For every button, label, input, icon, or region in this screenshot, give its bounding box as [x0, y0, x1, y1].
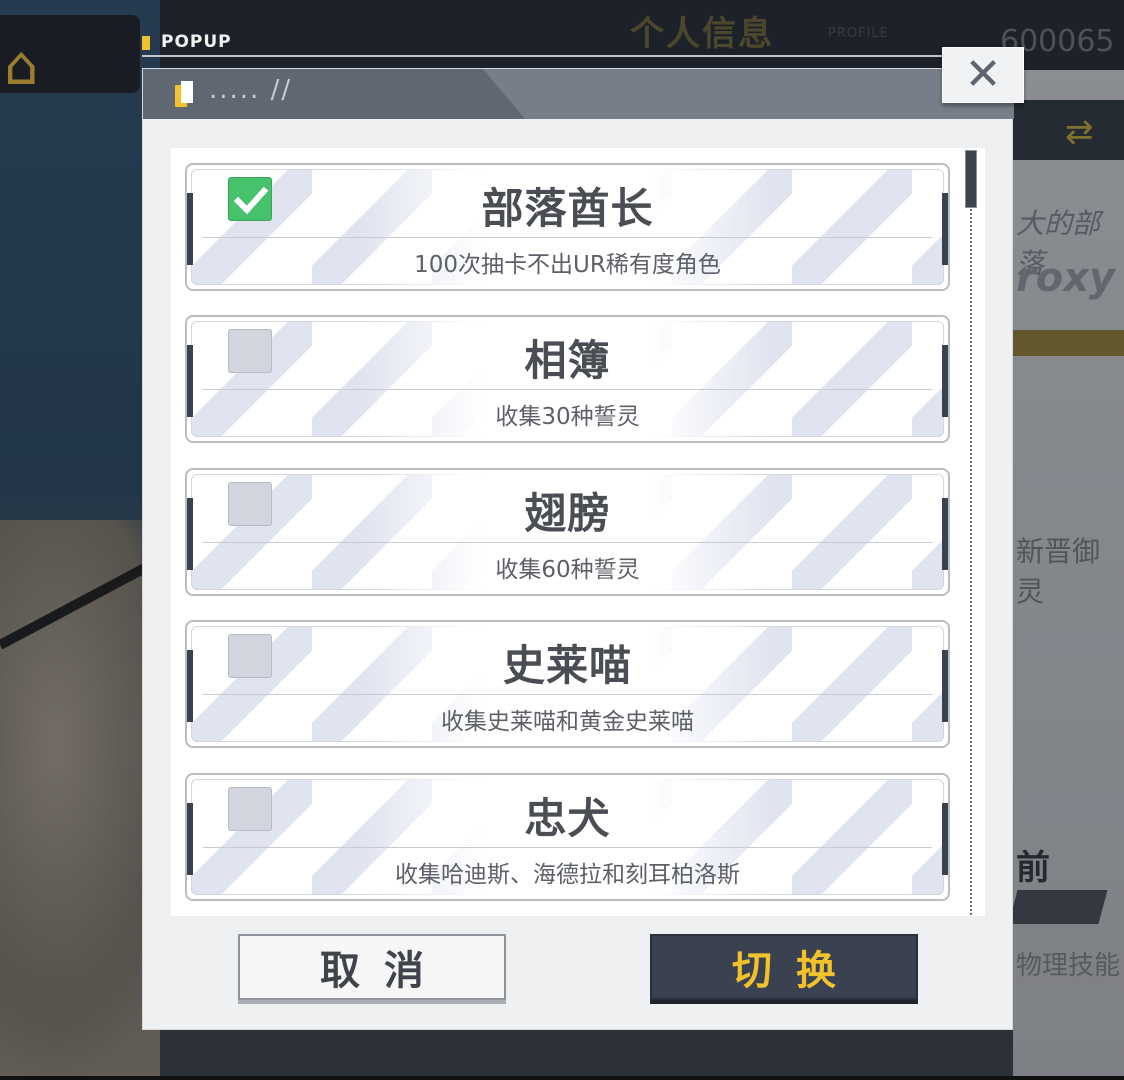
close-button[interactable]: ✕: [942, 47, 1024, 103]
title-card-4[interactable]: 忠犬 收集哈迪斯、海德拉和刻耳柏洛斯: [185, 773, 950, 901]
title-card-1[interactable]: 相簿 收集30种誓灵: [185, 315, 950, 443]
tag-underline: [142, 55, 942, 57]
title-name: 部落酋长: [481, 184, 654, 233]
title-condition: 100次抽卡不出UR稀有度角色: [414, 252, 721, 278]
switch-button[interactable]: 切换: [650, 934, 918, 1000]
title-card-0[interactable]: 部落酋长 100次抽卡不出UR稀有度角色: [185, 163, 950, 291]
title-condition: 收集哈迪斯、海德拉和刻耳柏洛斯: [395, 862, 740, 888]
scrollbar-track[interactable]: [970, 150, 974, 915]
title-condition: 收集60种誓灵: [495, 557, 640, 583]
header-highlight: [483, 69, 1014, 119]
title-name: 相簿: [524, 336, 611, 385]
dialog-header: ..... //: [143, 69, 1014, 119]
cancel-button[interactable]: 取消: [238, 934, 506, 1000]
popup-tag: POPUP: [142, 32, 942, 58]
title-condition: 收集史莱喵和黄金史莱喵: [441, 709, 694, 735]
close-icon: ✕: [964, 49, 1002, 100]
bottom-edge: [0, 1076, 1124, 1080]
title-name: 忠犬: [524, 794, 611, 843]
tag-marker: [142, 36, 150, 50]
title-card-3[interactable]: 史莱喵 收集史莱喵和黄金史莱喵: [185, 620, 950, 748]
title-card-2[interactable]: 翅膀 收集60种誓灵: [185, 468, 950, 596]
header-icon: [175, 81, 195, 107]
title-name: 史莱喵: [502, 641, 632, 690]
scrollbar-thumb[interactable]: [965, 150, 977, 208]
title-name: 翅膀: [524, 489, 611, 538]
popup-tag-label: POPUP: [161, 32, 232, 52]
header-decoration: ..... //: [209, 75, 293, 105]
title-condition: 收集30种誓灵: [495, 404, 640, 430]
